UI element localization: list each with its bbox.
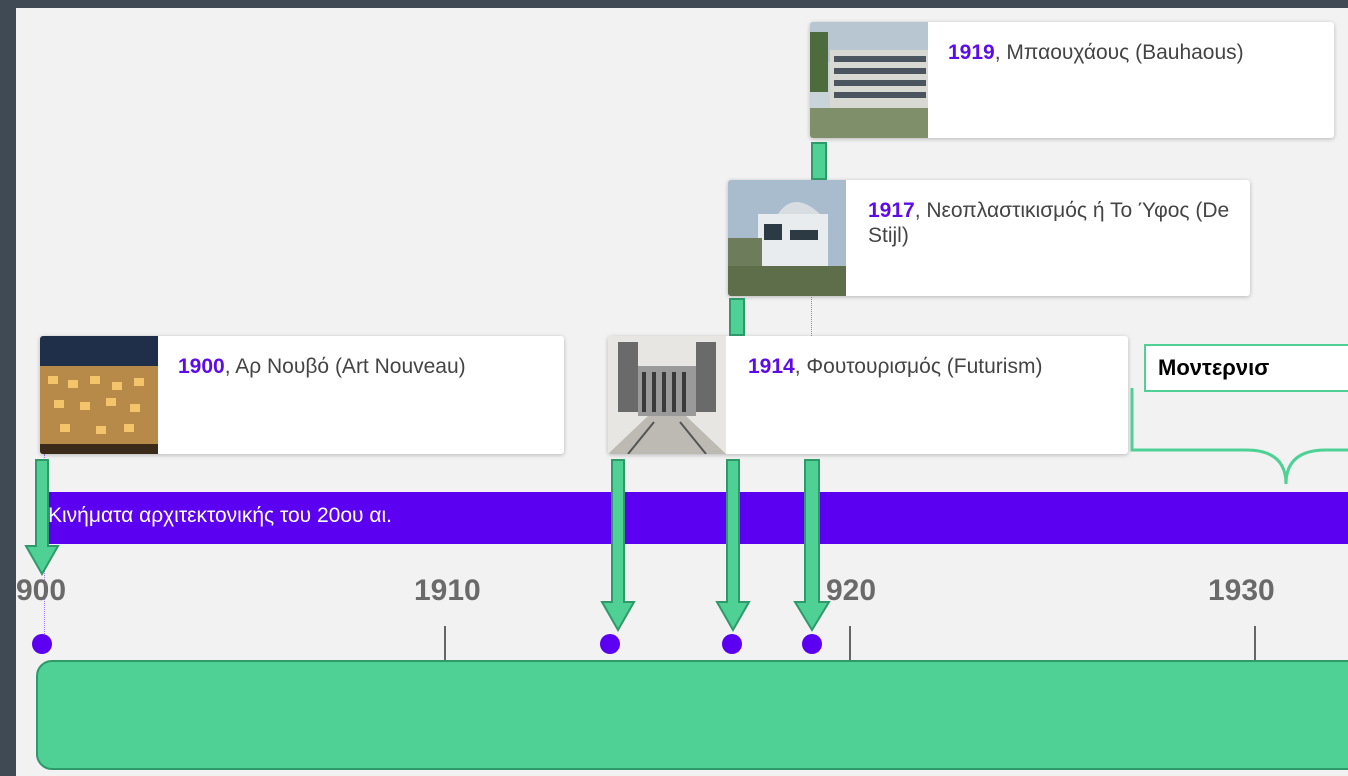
arrow-1917 [715,459,751,633]
arrow-1900 [24,459,60,577]
modernism-period-bar [36,660,1348,770]
arrow-1919 [793,459,831,632]
arrow-1914 [600,459,636,633]
timeline-canvas: 1919, Μπαουχάους (Bauhaous) 1917, Νεοπλα… [16,8,1348,776]
